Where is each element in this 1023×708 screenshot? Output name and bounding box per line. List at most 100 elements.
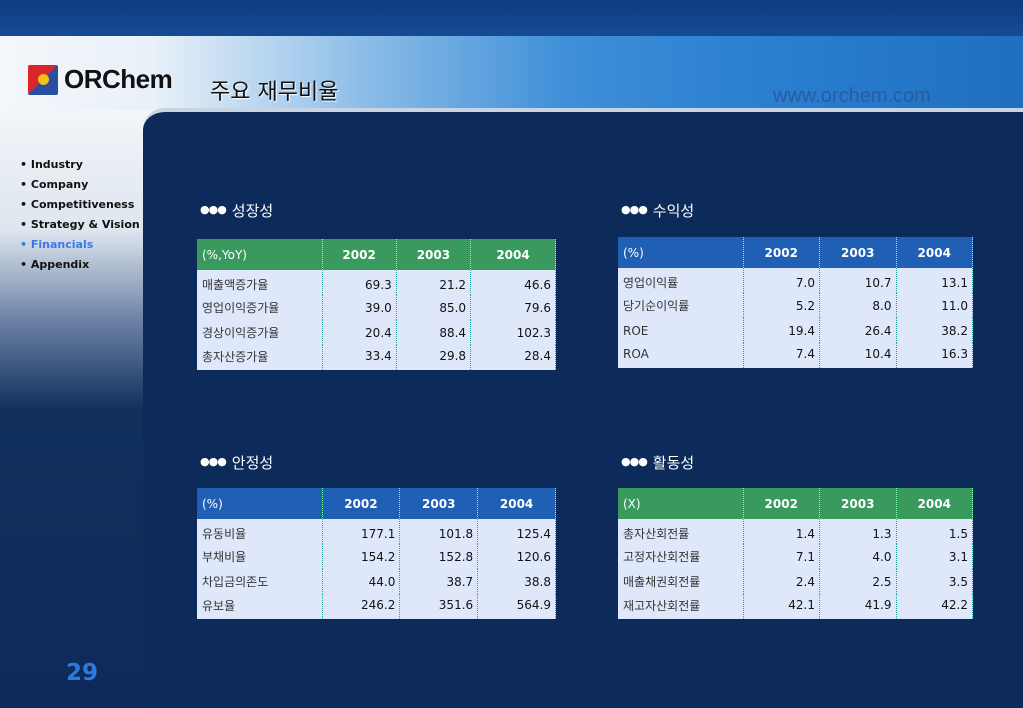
profitability-table: (%) 2002 2003 2004 영업이익률 7.0 10.7 13.1 당기순이익률 5.2… [618, 237, 973, 368]
cell-value: 19.4 [743, 318, 820, 343]
row-label: 경상이익증가율 [197, 320, 323, 345]
table-row: 고정자산회전률 7.1 4.0 3.1 [618, 544, 973, 569]
row-label: 총자산회전률 [618, 519, 744, 544]
cell-value: 246.2 [322, 594, 401, 619]
table-row: 유보율 246.2 351.6 564.9 [197, 594, 556, 619]
cell-value: 44.0 [322, 569, 401, 594]
cell-value: 2.5 [819, 569, 897, 594]
year-header: 2003 [396, 239, 472, 270]
nav-label: Financials [30, 238, 94, 251]
cell-value: 351.6 [399, 594, 479, 619]
logo-text: ORChem [64, 64, 173, 94]
nav-item-company[interactable]: • Company [20, 177, 140, 197]
cell-value: 7.1 [743, 544, 820, 569]
cell-value: 2.4 [743, 569, 820, 594]
table-row: 총자산회전률 1.4 1.3 1.5 [618, 519, 973, 544]
cell-value: 88.4 [396, 320, 472, 345]
section-title-text: 성장성 [231, 202, 274, 220]
section-title-growth: ●●● 성장성 [200, 202, 274, 220]
table-row: 경상이익증가율 20.4 88.4 102.3 [197, 320, 556, 345]
unit-header: (X) [618, 488, 744, 519]
cell-value: 41.9 [819, 594, 897, 619]
row-label: 유보율 [197, 594, 323, 619]
top-bar [0, 0, 1023, 36]
nav-label: Industry [30, 158, 83, 171]
nav-item-appendix[interactable]: • Appendix [20, 257, 140, 277]
row-label: 유동비율 [197, 519, 323, 544]
nav-label: Appendix [30, 258, 90, 271]
nav-item-industry[interactable]: • Industry [20, 157, 140, 177]
cell-value: 564.9 [477, 594, 556, 619]
cell-value: 85.0 [396, 295, 472, 320]
cell-value: 28.4 [470, 345, 556, 370]
cell-value: 1.3 [819, 519, 897, 544]
table-header-row: (%) 2002 2003 2004 [618, 237, 973, 268]
cell-value: 7.4 [743, 343, 820, 368]
table-row: 부채비율 154.2 152.8 120.6 [197, 544, 556, 569]
year-header: 2002 [322, 239, 397, 270]
table-row: 매출채권회전률 2.4 2.5 3.5 [618, 569, 973, 594]
section-title-text: 활동성 [652, 454, 695, 472]
row-label: 당기순이익률 [618, 293, 744, 318]
table-row: ROE 19.4 26.4 38.2 [618, 318, 973, 343]
cell-value: 177.1 [322, 519, 401, 544]
row-label: 총자산증가율 [197, 345, 323, 370]
year-header: 2002 [743, 488, 820, 519]
company-logo: ORChem [28, 64, 173, 95]
cell-value: 38.2 [896, 318, 973, 343]
cell-value: 10.4 [819, 343, 897, 368]
cell-value: 39.0 [322, 295, 397, 320]
table-row: 차입금의존도 44.0 38.7 38.8 [197, 569, 556, 594]
table-row: 영업이익률 7.0 10.7 13.1 [618, 268, 973, 293]
table-header-row: (X) 2002 2003 2004 [618, 488, 973, 519]
year-header: 2003 [399, 488, 479, 519]
cell-value: 16.3 [896, 343, 973, 368]
growth-table: (%,YoY) 2002 2003 2004 매출액증가율 69.3 21.2 46.6 영업이… [197, 239, 556, 370]
activity-table: (X) 2002 2003 2004 총자산회전률 1.4 1.3 1.5 고정자산회전률 7.1… [618, 488, 973, 619]
section-title-text: 수익성 [652, 202, 695, 220]
cell-value: 3.1 [896, 544, 973, 569]
cell-value: 21.2 [396, 270, 472, 295]
nav-item-financials[interactable]: • Financials [20, 237, 140, 257]
sidebar-nav: • Industry • Company • Competitiveness •… [20, 157, 140, 277]
table-row: 유동비율 177.1 101.8 125.4 [197, 519, 556, 544]
cell-value: 1.4 [743, 519, 820, 544]
cell-value: 3.5 [896, 569, 973, 594]
section-title-activity: ●●● 활동성 [621, 454, 695, 472]
cell-value: 46.6 [470, 270, 556, 295]
table-header-row: (%) 2002 2003 2004 [197, 488, 556, 519]
table-row: ROA 7.4 10.4 16.3 [618, 343, 973, 368]
cell-value: 26.4 [819, 318, 897, 343]
row-label: 매출액증가율 [197, 270, 323, 295]
table-row: 영업이익증가율 39.0 85.0 79.6 [197, 295, 556, 320]
cell-value: 69.3 [322, 270, 397, 295]
year-header: 2002 [743, 237, 820, 268]
section-title-profitability: ●●● 수익성 [621, 202, 695, 220]
year-header: 2004 [896, 237, 973, 268]
row-label: 고정자산회전률 [618, 544, 744, 569]
row-label: ROE [618, 318, 744, 343]
stability-table: (%) 2002 2003 2004 유동비율 177.1 101.8 125.4 부채비율 15… [197, 488, 556, 619]
cell-value: 102.3 [470, 320, 556, 345]
cell-value: 5.2 [743, 293, 820, 318]
table-row: 총자산증가율 33.4 29.8 28.4 [197, 345, 556, 370]
cell-value: 29.8 [396, 345, 472, 370]
year-header: 2004 [896, 488, 973, 519]
nav-label: Competitiveness [30, 198, 135, 211]
table-row: 재고자산회전률 42.1 41.9 42.2 [618, 594, 973, 619]
row-label: 영업이익률 [618, 268, 744, 293]
page-number: 29 [66, 660, 99, 686]
cell-value: 1.5 [896, 519, 973, 544]
row-label: ROA [618, 343, 744, 368]
row-label: 재고자산회전률 [618, 594, 744, 619]
website-url[interactable]: www.orchem.com [773, 85, 931, 108]
cell-value: 7.0 [743, 268, 820, 293]
row-label: 매출채권회전률 [618, 569, 744, 594]
cell-value: 20.4 [322, 320, 397, 345]
year-header: 2002 [322, 488, 401, 519]
cell-value: 4.0 [819, 544, 897, 569]
row-label: 영업이익증가율 [197, 295, 323, 320]
table-row: 당기순이익률 5.2 8.0 11.0 [618, 293, 973, 318]
nav-item-competitiveness[interactable]: • Competitiveness [20, 197, 140, 217]
nav-item-strategy[interactable]: • Strategy & Vision [20, 217, 140, 237]
